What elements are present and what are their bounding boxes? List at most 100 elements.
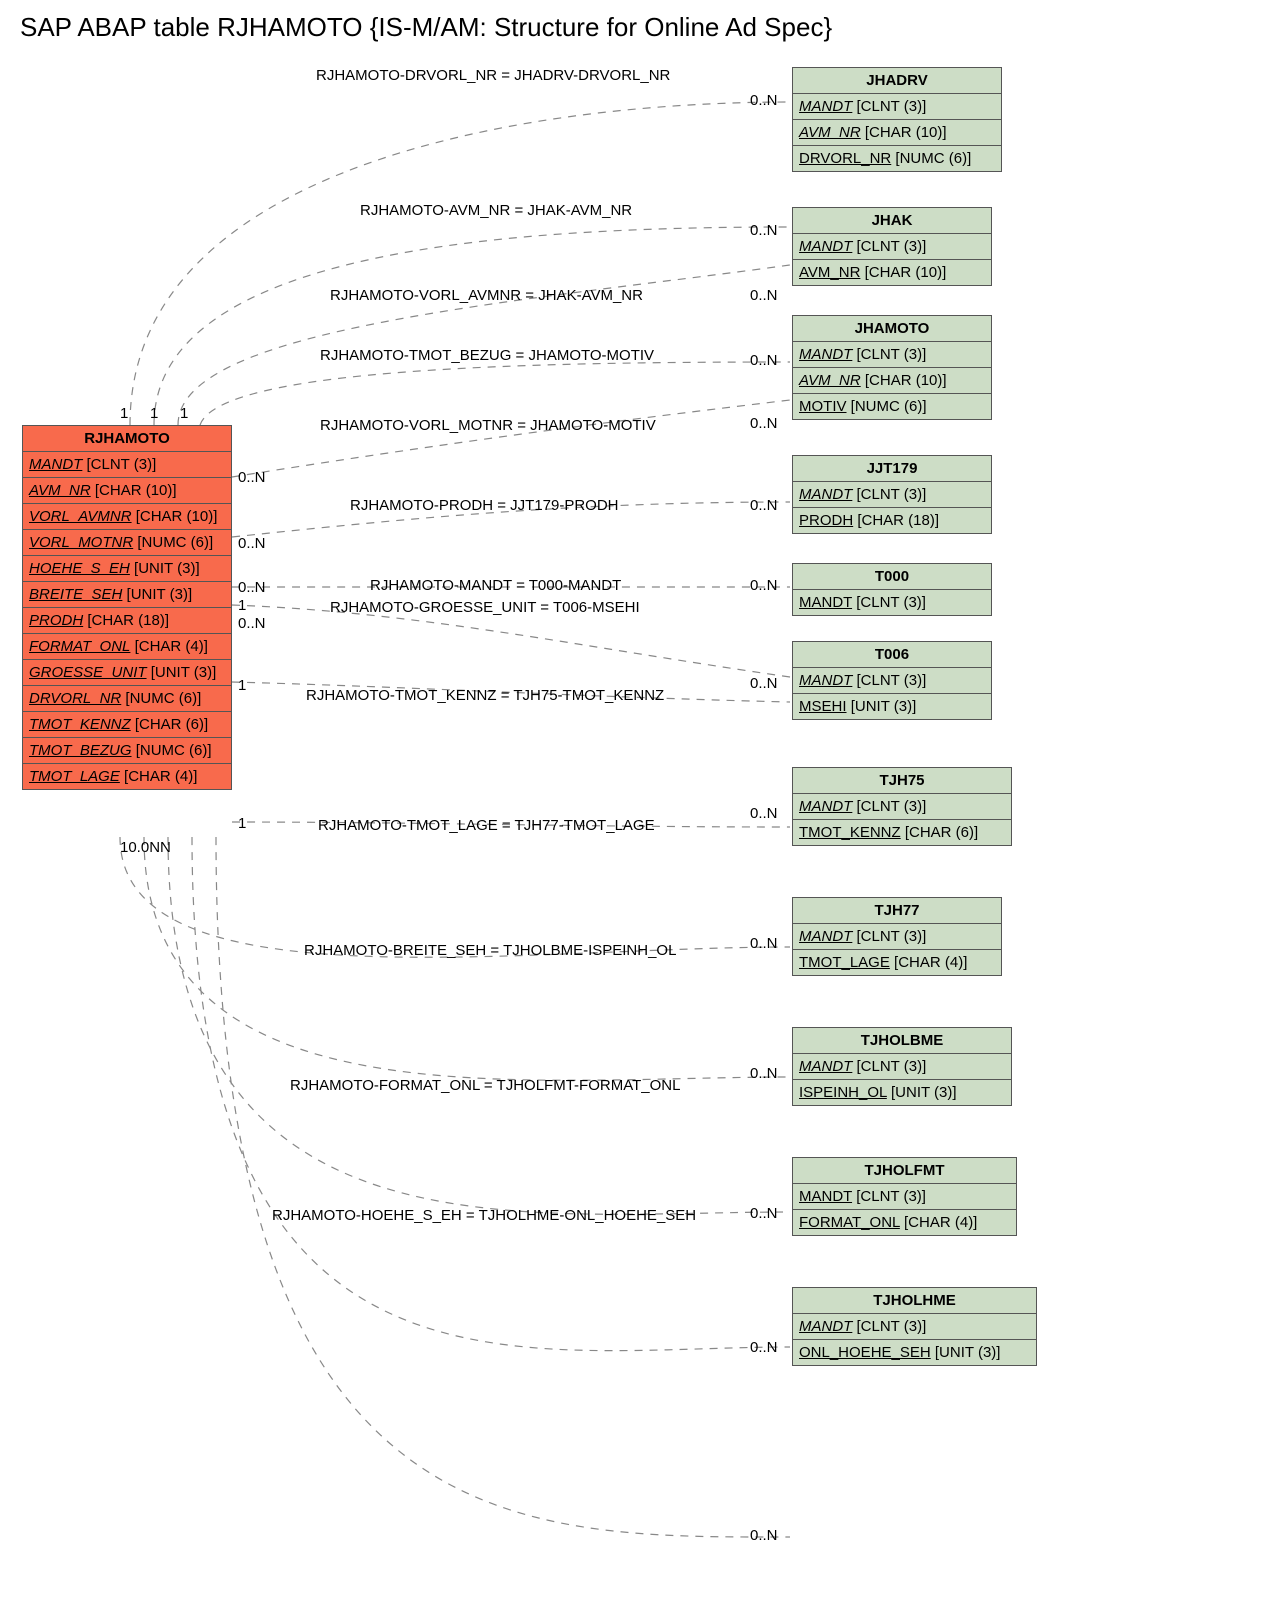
cardinality: 0..N <box>750 1339 778 1356</box>
entity-tjh77: TJH77MANDT [CLNT (3)]TMOT_LAGE [CHAR (4)… <box>792 897 1002 976</box>
cardinality: 0..N <box>238 579 266 596</box>
relation-label: RJHAMOTO-MANDT = T000-MANDT <box>370 577 621 594</box>
field-row: MANDT [CLNT (3)] <box>793 342 991 368</box>
entity-header: JHAMOTO <box>793 316 991 342</box>
entity-header: TJH77 <box>793 898 1001 924</box>
entity-header: JJT179 <box>793 456 991 482</box>
entity-jjt179: JJT179MANDT [CLNT (3)]PRODH [CHAR (18)] <box>792 455 992 534</box>
field-row: MOTIV [NUMC (6)] <box>793 394 991 419</box>
cardinality: 1 <box>238 677 246 694</box>
field-row: VORL_MOTNR [NUMC (6)] <box>23 530 231 556</box>
entity-jhamoto: JHAMOTOMANDT [CLNT (3)]AVM_NR [CHAR (10)… <box>792 315 992 420</box>
entity-header: TJHOLFMT <box>793 1158 1016 1184</box>
relation-label: RJHAMOTO-GROESSE_UNIT = T006-MSEHI <box>330 599 640 616</box>
entity-header: JHAK <box>793 208 991 234</box>
relation-label: RJHAMOTO-TMOT_KENNZ = TJH75-TMOT_KENNZ <box>306 687 664 704</box>
page-title: SAP ABAP table RJHAMOTO {IS-M/AM: Struct… <box>20 12 1255 43</box>
relation-label: RJHAMOTO-TMOT_LAGE = TJH77-TMOT_LAGE <box>318 817 655 834</box>
field-row: AVM_NR [CHAR (10)] <box>793 120 1001 146</box>
entity-jhadrv: JHADRVMANDT [CLNT (3)]AVM_NR [CHAR (10)]… <box>792 67 1002 172</box>
field-row: MANDT [CLNT (3)] <box>793 482 991 508</box>
cardinality: 0..N <box>750 577 778 594</box>
field-row: MANDT [CLNT (3)] <box>793 1184 1016 1210</box>
field-row: MANDT [CLNT (3)] <box>793 668 991 694</box>
cardinality: 0..N <box>750 352 778 369</box>
field-row: ONL_HOEHE_SEH [UNIT (3)] <box>793 1340 1036 1365</box>
cardinality: 0..N <box>750 805 778 822</box>
cardinality: 0..N <box>750 1205 778 1222</box>
cardinality: 0..N <box>750 1065 778 1082</box>
cardinality: 1 <box>150 405 158 422</box>
entity-jhak: JHAKMANDT [CLNT (3)]AVM_NR [CHAR (10)] <box>792 207 992 286</box>
entity-header: RJHAMOTO <box>23 426 231 452</box>
entity-tjholhme: TJHOLHMEMANDT [CLNT (3)]ONL_HOEHE_SEH [U… <box>792 1287 1037 1366</box>
er-diagram: RJHAMOTO MANDT [CLNT (3)]AVM_NR [CHAR (1… <box>20 47 1255 1587</box>
field-row: MANDT [CLNT (3)] <box>23 452 231 478</box>
field-row: ISPEINH_OL [UNIT (3)] <box>793 1080 1011 1105</box>
field-row: FORMAT_ONL [CHAR (4)] <box>23 634 231 660</box>
cardinality: 0..N <box>750 92 778 109</box>
cardinality-bottom: 10.0NN <box>120 839 171 856</box>
entity-t000: T000MANDT [CLNT (3)] <box>792 563 992 616</box>
entity-header: T000 <box>793 564 991 590</box>
field-row: HOEHE_S_EH [UNIT (3)] <box>23 556 231 582</box>
field-row: MANDT [CLNT (3)] <box>793 1314 1036 1340</box>
entity-header: TJH75 <box>793 768 1011 794</box>
cardinality: 0..N <box>750 1527 778 1544</box>
cardinality: 0..N <box>750 675 778 692</box>
cardinality: 0..N <box>750 287 778 304</box>
entity-header: TJHOLHME <box>793 1288 1036 1314</box>
field-row: MANDT [CLNT (3)] <box>793 590 991 615</box>
field-row: PRODH [CHAR (18)] <box>793 508 991 533</box>
entity-tjholbme: TJHOLBMEMANDT [CLNT (3)]ISPEINH_OL [UNIT… <box>792 1027 1012 1106</box>
entity-rjhamoto: RJHAMOTO MANDT [CLNT (3)]AVM_NR [CHAR (1… <box>22 425 232 790</box>
field-row: TMOT_BEZUG [NUMC (6)] <box>23 738 231 764</box>
field-row: FORMAT_ONL [CHAR (4)] <box>793 1210 1016 1235</box>
cardinality: 0..N <box>750 415 778 432</box>
field-row: AVM_NR [CHAR (10)] <box>793 368 991 394</box>
field-row: AVM_NR [CHAR (10)] <box>793 260 991 285</box>
relation-label: RJHAMOTO-BREITE_SEH = TJHOLBME-ISPEINH_O… <box>304 942 676 959</box>
field-row: GROESSE_UNIT [UNIT (3)] <box>23 660 231 686</box>
cardinality: 1 <box>180 405 188 422</box>
field-row: AVM_NR [CHAR (10)] <box>23 478 231 504</box>
cardinality: 0..N <box>750 222 778 239</box>
entity-header: T006 <box>793 642 991 668</box>
relation-label: RJHAMOTO-VORL_MOTNR = JHAMOTO-MOTIV <box>320 417 656 434</box>
field-row: PRODH [CHAR (18)] <box>23 608 231 634</box>
entity-header: TJHOLBME <box>793 1028 1011 1054</box>
relation-label: RJHAMOTO-HOEHE_S_EH = TJHOLHME-ONL_HOEHE… <box>272 1207 696 1224</box>
entity-tjh75: TJH75MANDT [CLNT (3)]TMOT_KENNZ [CHAR (6… <box>792 767 1012 846</box>
cardinality: 1 <box>238 815 246 832</box>
field-row: MANDT [CLNT (3)] <box>793 794 1011 820</box>
field-row: VORL_AVMNR [CHAR (10)] <box>23 504 231 530</box>
field-row: DRVORL_NR [NUMC (6)] <box>23 686 231 712</box>
cardinality: 1 <box>238 597 246 614</box>
field-row: TMOT_KENNZ [CHAR (6)] <box>23 712 231 738</box>
field-row: BREITE_SEH [UNIT (3)] <box>23 582 231 608</box>
cardinality: 0..N <box>750 497 778 514</box>
cardinality: 0..N <box>238 535 266 552</box>
relation-label: RJHAMOTO-AVM_NR = JHAK-AVM_NR <box>360 202 632 219</box>
field-row: MANDT [CLNT (3)] <box>793 234 991 260</box>
field-row: TMOT_LAGE [CHAR (4)] <box>23 764 231 789</box>
relation-label: RJHAMOTO-DRVORL_NR = JHADRV-DRVORL_NR <box>316 67 670 84</box>
entity-tjholfmt: TJHOLFMTMANDT [CLNT (3)]FORMAT_ONL [CHAR… <box>792 1157 1017 1236</box>
relation-label: RJHAMOTO-FORMAT_ONL = TJHOLFMT-FORMAT_ON… <box>290 1077 680 1094</box>
field-row: TMOT_LAGE [CHAR (4)] <box>793 950 1001 975</box>
field-row: TMOT_KENNZ [CHAR (6)] <box>793 820 1011 845</box>
relation-label: RJHAMOTO-TMOT_BEZUG = JHAMOTO-MOTIV <box>320 347 654 364</box>
cardinality: 0..N <box>238 615 266 632</box>
cardinality: 0..N <box>238 469 266 486</box>
relation-label: RJHAMOTO-PRODH = JJT179-PRODH <box>350 497 619 514</box>
entity-t006: T006MANDT [CLNT (3)]MSEHI [UNIT (3)] <box>792 641 992 720</box>
relation-label: RJHAMOTO-VORL_AVMNR = JHAK-AVM_NR <box>330 287 643 304</box>
field-row: MSEHI [UNIT (3)] <box>793 694 991 719</box>
entity-header: JHADRV <box>793 68 1001 94</box>
field-row: DRVORL_NR [NUMC (6)] <box>793 146 1001 171</box>
cardinality: 1 <box>120 405 128 422</box>
field-row: MANDT [CLNT (3)] <box>793 924 1001 950</box>
field-row: MANDT [CLNT (3)] <box>793 94 1001 120</box>
field-row: MANDT [CLNT (3)] <box>793 1054 1011 1080</box>
cardinality: 0..N <box>750 935 778 952</box>
